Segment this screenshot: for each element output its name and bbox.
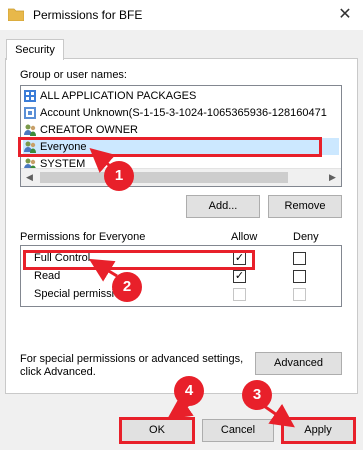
cancel-button[interactable]: Cancel (202, 419, 274, 442)
scroll-right-icon[interactable]: ▶ (324, 169, 341, 186)
scroll-left-icon[interactable]: ◀ (21, 169, 38, 186)
highlight-apply (281, 417, 356, 444)
highlight-full-control (23, 250, 255, 270)
group-label: Group or user names: (20, 69, 127, 81)
permission-name: Read (34, 270, 61, 282)
user-listbox[interactable]: ALL APPLICATION PACKAGES Account Unknown… (20, 85, 342, 187)
allow-checkbox[interactable]: ✓ (233, 270, 246, 283)
step-badge-1: 1 (104, 161, 134, 191)
tab-security[interactable]: Security (6, 39, 64, 60)
user-name: Account Unknown(S-1-15-3-1024-1065365936… (40, 106, 327, 119)
allow-header: Allow (231, 231, 258, 243)
scroll-thumb[interactable] (40, 172, 288, 183)
step-badge-2: 2 (112, 272, 142, 302)
deny-header: Deny (293, 231, 319, 243)
permissions-label: Permissions for Everyone (20, 231, 146, 243)
deny-checkbox[interactable] (293, 270, 306, 283)
deny-checkbox-disabled (293, 288, 306, 301)
highlight-ok (119, 417, 195, 444)
user-name: CREATOR OWNER (40, 123, 138, 136)
horizontal-scrollbar[interactable]: ◀ ▶ (21, 168, 341, 186)
step-badge-3: 3 (242, 380, 272, 410)
user-group-icon (24, 124, 36, 136)
package-icon (24, 89, 36, 102)
unknown-user-icon (24, 106, 36, 119)
list-item[interactable]: CREATOR OWNER (23, 121, 339, 138)
special-permissions-note: For special permissions or advanced sett… (20, 353, 244, 378)
deny-checkbox[interactable] (293, 252, 306, 265)
allow-checkbox-disabled (233, 288, 246, 301)
step-badge-4: 4 (174, 376, 204, 406)
add-button[interactable]: Add... (186, 195, 260, 218)
close-icon[interactable]: ✕ (333, 4, 357, 26)
folder-icon (8, 8, 24, 21)
advanced-button[interactable]: Advanced (255, 352, 342, 375)
highlight-everyone (18, 137, 322, 157)
user-name: ALL APPLICATION PACKAGES (40, 89, 197, 102)
list-item[interactable]: ALL APPLICATION PACKAGES (23, 87, 339, 104)
list-item[interactable]: Account Unknown(S-1-15-3-1024-1065365936… (23, 104, 339, 121)
remove-button[interactable]: Remove (268, 195, 342, 218)
window-title: Permissions for BFE (33, 8, 143, 22)
